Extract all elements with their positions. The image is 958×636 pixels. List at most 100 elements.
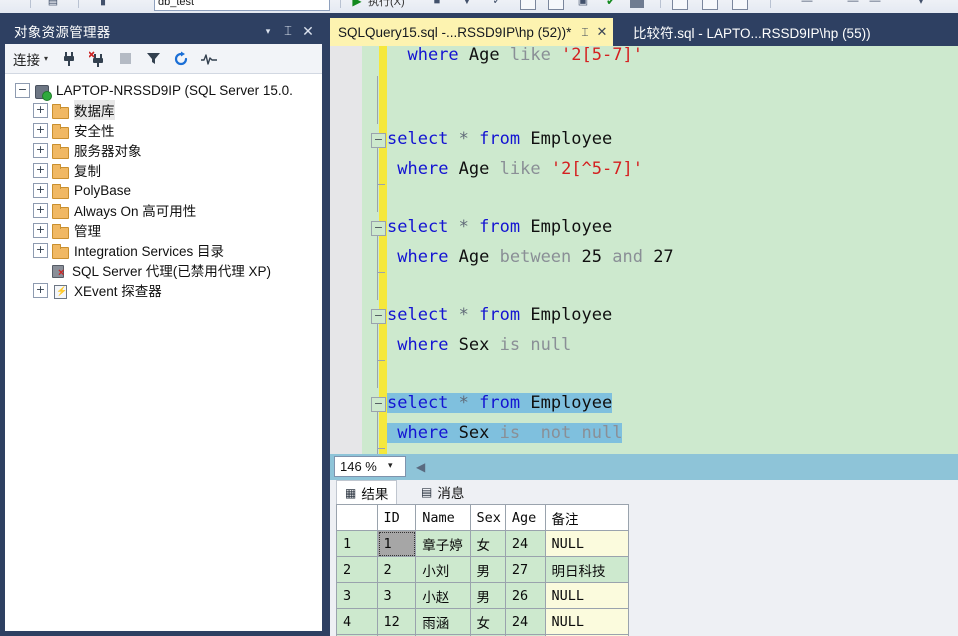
chevron-down-icon[interactable]: ▾ xyxy=(388,460,393,471)
minimize-icon[interactable]: — xyxy=(800,0,814,8)
grid-cell[interactable]: 27 xyxy=(505,557,546,583)
plan-icon[interactable] xyxy=(548,0,564,10)
expander-icon[interactable]: + xyxy=(33,142,48,158)
expander-icon[interactable]: − xyxy=(15,82,30,98)
close-icon[interactable]: ✕ xyxy=(298,21,318,41)
grid-column-header[interactable]: Age xyxy=(505,505,546,531)
tree-node-server[interactable]: − LAPTOP-NRSSD9IP (SQL Server 15.0. xyxy=(9,80,322,101)
tree-node-integration-services[interactable]: + Integration Services 目录 xyxy=(9,240,322,260)
editor-code-area[interactable]: where Age like '2[5-7]' select * from Emp… xyxy=(371,46,958,454)
stats-icon[interactable]: ▣ xyxy=(576,0,590,8)
overflow-icon[interactable]: ▾ xyxy=(914,0,928,8)
grid-column-header[interactable]: Sex xyxy=(470,505,506,531)
grid-row-header[interactable]: 2 xyxy=(337,557,378,583)
stop-icon[interactable]: ■ xyxy=(430,0,444,8)
tree-node-security[interactable]: + 安全性 xyxy=(9,120,322,140)
grid-cell[interactable]: 2 xyxy=(377,557,417,583)
table-row[interactable]: 4 12 雨涵女 24 NULL xyxy=(337,609,629,635)
tree-node-server-objects[interactable]: + 服务器对象 xyxy=(9,140,322,160)
close-icon[interactable]: ✕ xyxy=(597,24,608,40)
tab-results[interactable]: ▦ 结果 xyxy=(336,480,398,504)
grid-row-header[interactable]: 3 xyxy=(337,583,378,609)
grid-row-header[interactable]: 1 xyxy=(337,531,378,557)
grid-cell[interactable]: 明日科技 xyxy=(545,557,629,583)
grid-cell[interactable]: 12 xyxy=(377,609,417,635)
grid-cell[interactable]: 男 xyxy=(470,583,506,609)
outdent-icon[interactable] xyxy=(702,0,718,10)
grid-column-header[interactable] xyxy=(337,505,378,531)
grid-cell[interactable]: NULL xyxy=(545,583,629,609)
scroll-left-icon[interactable]: ◀ xyxy=(416,460,425,474)
grid-cell[interactable]: 24 xyxy=(505,609,546,635)
refresh-icon[interactable] xyxy=(168,48,194,70)
grid-cell[interactable]: 男 xyxy=(470,557,506,583)
table-row[interactable]: 2 2 小刘男 27 明日科技 xyxy=(337,557,629,583)
expander-icon[interactable]: + xyxy=(33,162,48,178)
grid-cell[interactable]: 章子婷 xyxy=(416,531,471,557)
fold-toggle-icon[interactable]: − xyxy=(371,221,386,236)
sql-editor[interactable]: where Age like '2[5-7]' select * from Emp… xyxy=(330,46,958,454)
pin-icon[interactable]: ⌶ xyxy=(278,21,298,41)
maximize-icon[interactable]: — xyxy=(868,0,882,8)
grid-cell[interactable]: 1 xyxy=(377,531,417,557)
comment-icon[interactable] xyxy=(732,0,748,10)
debug-icon[interactable]: ▼ xyxy=(460,0,474,8)
grid-column-header[interactable]: Name xyxy=(416,505,471,531)
expander-icon[interactable]: + xyxy=(33,102,48,118)
expander-icon[interactable]: + xyxy=(33,122,48,138)
pin-icon[interactable]: ⌶ xyxy=(581,25,588,40)
check-icon[interactable]: ✓ xyxy=(490,0,504,8)
grid-cell[interactable]: 24 xyxy=(505,531,546,557)
parse-icon[interactable] xyxy=(520,0,536,10)
table-row[interactable]: 3 3 小赵男 26 NULL xyxy=(337,583,629,609)
grid-cell[interactable]: 3 xyxy=(377,583,417,609)
tree-node-polybase[interactable]: + PolyBase xyxy=(9,180,322,200)
results-grid[interactable]: ID Name Sex Age 备注 1 1 章子婷女 24 NULL 2 2 小刘男 27 明日科技 3 3 小… xyxy=(336,504,629,636)
expander-icon[interactable]: + xyxy=(33,202,48,218)
disconnect-plug-icon[interactable] xyxy=(84,48,110,70)
include-plan-icon[interactable]: ✔ xyxy=(604,0,618,8)
tree-node-management[interactable]: + 管理 xyxy=(9,220,322,240)
expander-icon[interactable]: + xyxy=(33,242,48,258)
tab-comparison-sql[interactable]: 比较符.sql - LAPTO...RSSD9IP\hp (55)) xyxy=(625,18,879,46)
grid-column-header[interactable]: 备注 xyxy=(545,505,629,531)
results-icon[interactable] xyxy=(630,0,644,8)
activity-monitor-icon[interactable] xyxy=(196,48,222,70)
grid-cell[interactable]: NULL xyxy=(545,531,629,557)
table-row[interactable]: 1 1 章子婷女 24 NULL xyxy=(337,531,629,557)
grid-cell[interactable]: 女 xyxy=(470,609,506,635)
expander-icon[interactable]: + xyxy=(33,182,48,198)
execute-icon[interactable]: ▶ xyxy=(350,0,364,8)
expander-icon[interactable]: + xyxy=(33,282,48,298)
tree-node-databases[interactable]: + 数据库 xyxy=(9,100,322,120)
grid-cell[interactable]: NULL xyxy=(545,609,629,635)
connect-plug-icon[interactable] xyxy=(56,48,82,70)
restore-icon[interactable]: — xyxy=(846,0,860,8)
grid-cell[interactable]: 小刘 xyxy=(416,557,471,583)
tree-node-always-on[interactable]: + Always On 高可用性 xyxy=(9,200,322,220)
fold-toggle-icon[interactable]: − xyxy=(371,133,386,148)
tree-node-sql-server-agent[interactable]: SQL Server 代理(已禁用代理 XP) xyxy=(9,260,322,280)
window-splitter[interactable] xyxy=(322,13,330,636)
connect-button[interactable]: 连接 ▾ xyxy=(13,49,48,69)
grid-cell[interactable]: 26 xyxy=(505,583,546,609)
tab-sqlquery15[interactable]: SQLQuery15.sql -...RSSD9IP\hp (52))* ⌶ ✕ xyxy=(330,18,614,46)
new-query-icon[interactable]: ▤ xyxy=(46,0,60,8)
grid-cell[interactable]: 女 xyxy=(470,531,506,557)
fold-toggle-icon[interactable]: − xyxy=(371,397,386,412)
tree-node-replication[interactable]: + 复制 xyxy=(9,160,322,180)
grid-column-header[interactable]: ID xyxy=(377,505,417,531)
grid-row-header[interactable]: 4 xyxy=(337,609,378,635)
expander-icon[interactable]: + xyxy=(33,222,48,238)
database-combo[interactable]: db_test xyxy=(154,0,330,11)
filter-icon[interactable] xyxy=(140,48,166,70)
zoom-combo[interactable]: 146 % xyxy=(334,456,406,477)
indent-icon[interactable] xyxy=(672,0,688,10)
tree-node-xevent-profiler[interactable]: + XEvent 探查器 xyxy=(9,280,322,300)
grid-cell[interactable]: 雨涵 xyxy=(416,609,471,635)
tab-messages[interactable]: ▤ 消息 xyxy=(413,480,473,504)
grid-cell[interactable]: 小赵 xyxy=(416,583,471,609)
dropdown-icon[interactable]: ▾ xyxy=(258,21,278,41)
fold-toggle-icon[interactable]: − xyxy=(371,309,386,324)
open-file-icon[interactable]: ▮ xyxy=(96,0,110,8)
